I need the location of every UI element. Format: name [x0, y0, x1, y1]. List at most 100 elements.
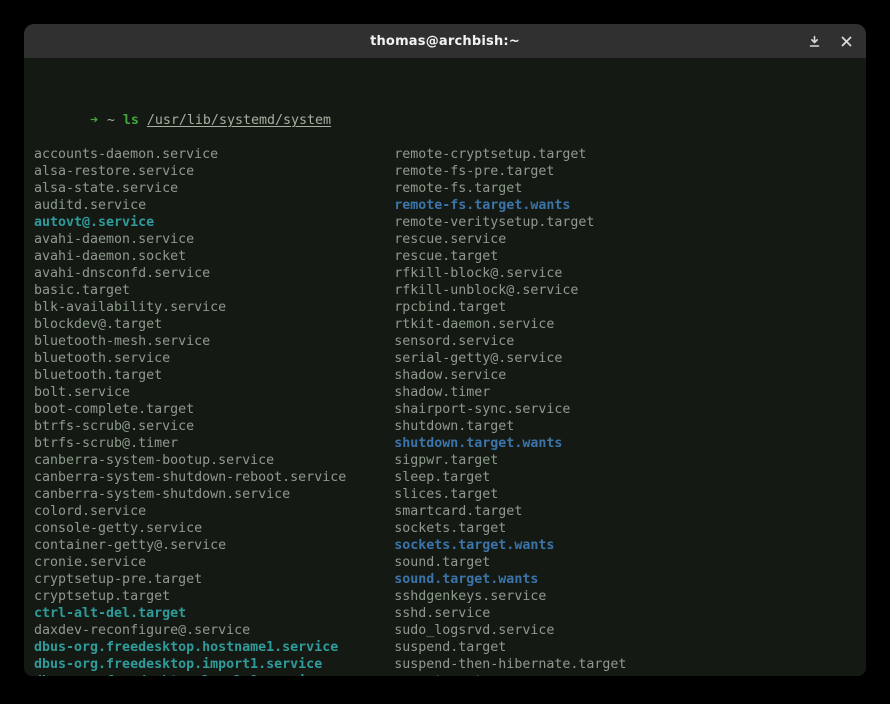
- listing-row: daxdev-reconfigure@.servicesudo_logsrvd.…: [34, 622, 866, 639]
- file-entry: remote-cryptsetup.target: [394, 146, 586, 163]
- file-entry: sshdgenkeys.service: [394, 588, 546, 605]
- file-entry: avahi-daemon.service: [34, 231, 394, 248]
- listing-row: auditd.serviceremote-fs.target.wants: [34, 197, 866, 214]
- titlebar-controls: [806, 24, 854, 58]
- prompt-line: ➜~ls/usr/lib/systemd/system: [26, 95, 866, 112]
- file-entry: avahi-dnsconfd.service: [34, 265, 394, 282]
- file-entry: shadow.timer: [394, 384, 490, 401]
- file-entry: rfkill-block@.service: [394, 265, 562, 282]
- listing-row: canberra-system-shutdown-reboot.services…: [34, 469, 866, 486]
- file-entry: sockets.target.wants: [394, 537, 554, 554]
- listing-row: avahi-daemon.socketrescue.target: [34, 248, 866, 265]
- file-entry: rescue.service: [394, 231, 506, 248]
- listing-row: colord.servicesmartcard.target: [34, 503, 866, 520]
- file-entry: rtkit-daemon.service: [394, 316, 554, 333]
- close-icon[interactable]: [838, 33, 854, 49]
- file-entry: daxdev-reconfigure@.service: [34, 622, 394, 639]
- listing-row: alsa-state.serviceremote-fs.target: [34, 180, 866, 197]
- listing-row: console-getty.servicesockets.target: [34, 520, 866, 537]
- file-entry: sound.target: [394, 554, 490, 571]
- prompt-arrow-icon: ➜: [90, 113, 98, 128]
- file-entry: sshd.service: [394, 605, 490, 622]
- file-entry: smartcard.target: [394, 503, 522, 520]
- listing-row: btrfs-scrub@.serviceshutdown.target: [34, 418, 866, 435]
- file-entry: bluetooth-mesh.service: [34, 333, 394, 350]
- file-entry: cronie.service: [34, 554, 394, 571]
- file-entry: boot-complete.target: [34, 401, 394, 418]
- file-entry: alsa-restore.service: [34, 163, 394, 180]
- file-entry: blk-availability.service: [34, 299, 394, 316]
- file-entry: shadow.service: [394, 367, 506, 384]
- prompt-cwd: ~: [107, 113, 115, 128]
- file-entry: shutdown.target: [394, 418, 514, 435]
- file-entry: dbus-org.freedesktop.import1.service: [34, 656, 394, 673]
- terminal-body[interactable]: ➜~ls/usr/lib/systemd/system accounts-dae…: [24, 58, 866, 676]
- file-entry: suspend.target: [394, 639, 506, 656]
- listing-row: bolt.serviceshadow.timer: [34, 384, 866, 401]
- listing-row: btrfs-scrub@.timershutdown.target.wants: [34, 435, 866, 452]
- desktop: thomas@archbish:~ ➜~ls/usr/l: [0, 0, 890, 704]
- listing-row: canberra-system-shutdown.serviceslices.t…: [34, 486, 866, 503]
- listing-row: cryptsetup-pre.targetsound.target.wants: [34, 571, 866, 588]
- file-entry: sleep.target: [394, 469, 490, 486]
- file-entry: rescue.target: [394, 248, 498, 265]
- download-icon[interactable]: [806, 33, 822, 49]
- listing-row: basic.targetrfkill-unblock@.service: [34, 282, 866, 299]
- file-entry: container-getty@.service: [34, 537, 394, 554]
- file-entry: basic.target: [34, 282, 394, 299]
- file-entry: bluetooth.service: [34, 350, 394, 367]
- listing-row: bluetooth.targetshadow.service: [34, 367, 866, 384]
- file-entry: remote-fs.target: [394, 180, 522, 197]
- file-entry: avahi-daemon.socket: [34, 248, 394, 265]
- file-entry: suspend-then-hibernate.target: [394, 656, 626, 673]
- listing-row: dbus-org.freedesktop.hostname1.servicesu…: [34, 639, 866, 656]
- file-listing: accounts-daemon.serviceremote-cryptsetup…: [34, 146, 866, 676]
- file-entry: sockets.target: [394, 520, 506, 537]
- file-entry: sudo_logsrvd.service: [394, 622, 554, 639]
- window-title: thomas@archbish:~: [370, 34, 520, 49]
- prompt-command: ls: [123, 113, 139, 128]
- file-entry: rfkill-unblock@.service: [394, 282, 578, 299]
- listing-row: blockdev@.targetrtkit-daemon.service: [34, 316, 866, 333]
- file-entry: btrfs-scrub@.service: [34, 418, 394, 435]
- file-entry: alsa-state.service: [34, 180, 394, 197]
- file-entry: shutdown.target.wants: [394, 435, 562, 452]
- listing-row: avahi-daemon.servicerescue.service: [34, 231, 866, 248]
- listing-row: canberra-system-bootup.servicesigpwr.tar…: [34, 452, 866, 469]
- listing-row: dbus-org.freedesktop.import1.servicesusp…: [34, 656, 866, 673]
- file-entry: colord.service: [34, 503, 394, 520]
- listing-row: cryptsetup.targetsshdgenkeys.service: [34, 588, 866, 605]
- file-entry: sound.target.wants: [394, 571, 538, 588]
- file-entry: shairport-sync.service: [394, 401, 570, 418]
- terminal-window: thomas@archbish:~ ➜~ls/usr/l: [24, 24, 866, 676]
- listing-row: accounts-daemon.serviceremote-cryptsetup…: [34, 146, 866, 163]
- file-entry: swap.target: [394, 673, 482, 676]
- prompt-argument: /usr/lib/systemd/system: [147, 113, 331, 128]
- file-entry: rpcbind.target: [394, 299, 506, 316]
- file-entry: ctrl-alt-del.target: [34, 605, 394, 622]
- listing-row: bluetooth-mesh.servicesensord.service: [34, 333, 866, 350]
- file-entry: auditd.service: [34, 197, 394, 214]
- listing-row: alsa-restore.serviceremote-fs-pre.target: [34, 163, 866, 180]
- file-entry: accounts-daemon.service: [34, 146, 394, 163]
- file-entry: dbus-org.freedesktop.hostname1.service: [34, 639, 394, 656]
- listing-row: autovt@.serviceremote-veritysetup.target: [34, 214, 866, 231]
- listing-row: bluetooth.serviceserial-getty@.service: [34, 350, 866, 367]
- file-entry: btrfs-scrub@.timer: [34, 435, 394, 452]
- listing-row: cronie.servicesound.target: [34, 554, 866, 571]
- listing-row: dbus-org.freedesktop.locale1.serviceswap…: [34, 673, 866, 676]
- titlebar[interactable]: thomas@archbish:~: [24, 24, 866, 58]
- file-entry: autovt@.service: [34, 214, 394, 231]
- listing-row: container-getty@.servicesockets.target.w…: [34, 537, 866, 554]
- file-entry: canberra-system-bootup.service: [34, 452, 394, 469]
- file-entry: canberra-system-shutdown-reboot.service: [34, 469, 394, 486]
- file-entry: cryptsetup-pre.target: [34, 571, 394, 588]
- file-entry: slices.target: [394, 486, 498, 503]
- file-entry: remote-veritysetup.target: [394, 214, 594, 231]
- file-entry: canberra-system-shutdown.service: [34, 486, 394, 503]
- listing-row: boot-complete.targetshairport-sync.servi…: [34, 401, 866, 418]
- file-entry: bluetooth.target: [34, 367, 394, 384]
- file-entry: dbus-org.freedesktop.locale1.service: [34, 673, 394, 676]
- file-entry: remote-fs.target.wants: [394, 197, 570, 214]
- listing-row: blk-availability.servicerpcbind.target: [34, 299, 866, 316]
